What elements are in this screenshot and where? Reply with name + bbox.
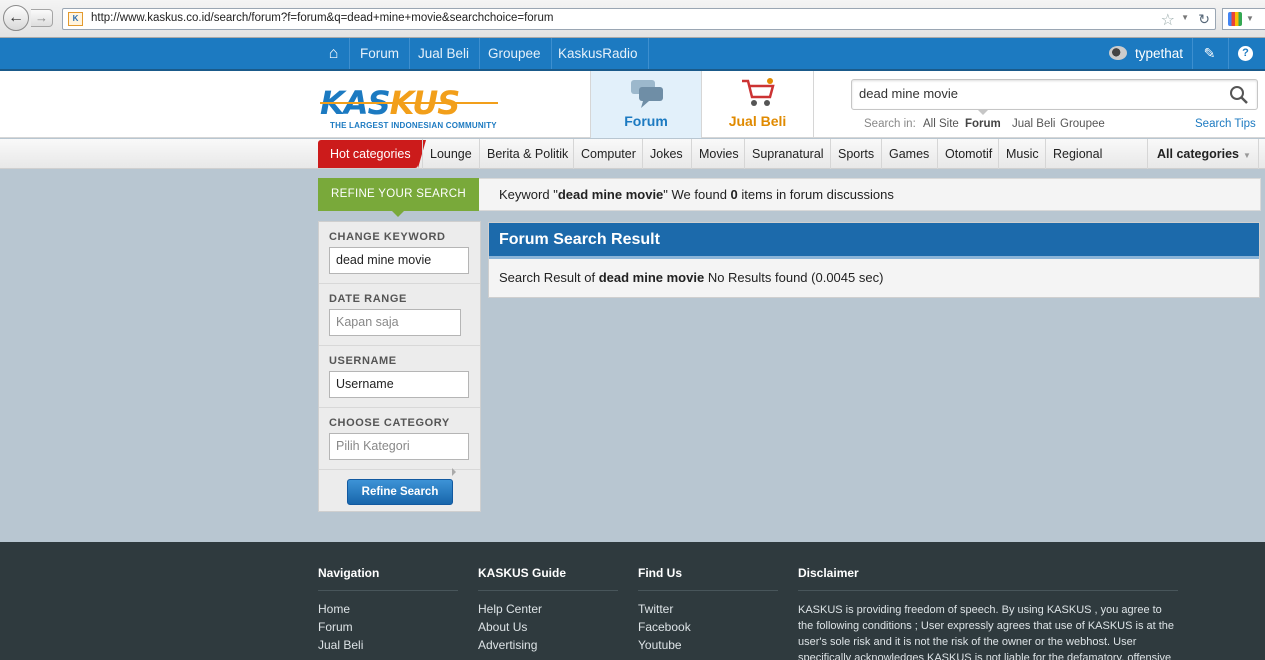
category-music[interactable]: Music bbox=[998, 139, 1046, 169]
category-otomotif[interactable]: Otomotif bbox=[937, 139, 999, 169]
category-regional[interactable]: Regional bbox=[1045, 139, 1109, 169]
footer-disclaimer: Disclaimer KASKUS is providing freedom o… bbox=[798, 566, 1178, 660]
google-icon bbox=[1228, 12, 1242, 26]
all-categories-dropdown[interactable]: All categories ▼ bbox=[1147, 139, 1259, 169]
category-berita-politik[interactable]: Berita & Politik bbox=[479, 139, 575, 169]
date-range-input[interactable]: Kapan saja bbox=[329, 309, 461, 336]
category-jokes[interactable]: Jokes bbox=[642, 139, 690, 169]
footer-find-us-title: Find Us bbox=[638, 566, 778, 591]
results-header: Forum Search Result bbox=[489, 223, 1259, 259]
logo-line bbox=[320, 102, 498, 104]
footer-link-twitter[interactable]: Twitter bbox=[638, 602, 778, 616]
bookmark-star-icon[interactable]: ☆ bbox=[1161, 10, 1175, 30]
search-in-jual-beli[interactable]: Jual Beli bbox=[1012, 118, 1055, 130]
reload-icon[interactable]: ↻ bbox=[1198, 11, 1210, 28]
search-input[interactable]: dead mine movie bbox=[859, 86, 958, 101]
top-navigation: ⌂ Forum Jual Beli Groupee KaskusRadio ty… bbox=[0, 38, 1265, 71]
date-range-section: DATE RANGE Kapan saja bbox=[319, 284, 480, 346]
help-icon[interactable]: ? bbox=[1228, 38, 1262, 69]
url-text[interactable]: http://www.kaskus.co.id/search/forum?f=f… bbox=[91, 12, 553, 24]
tab-jualbeli[interactable]: Jual Beli bbox=[702, 71, 814, 138]
category-supranatural[interactable]: Supranatural bbox=[744, 139, 831, 169]
footer-find-us: Find Us Twitter Facebook Youtube bbox=[638, 566, 778, 652]
footer-link-help-center[interactable]: Help Center bbox=[478, 602, 618, 616]
footer-guide-title: KASKUS Guide bbox=[478, 566, 618, 591]
user-avatar[interactable] bbox=[1109, 46, 1127, 60]
footer-link-advertising[interactable]: Advertising bbox=[478, 638, 618, 652]
footer-link-about-us[interactable]: About Us bbox=[478, 620, 618, 634]
keyword-summary-text: Keyword "dead mine movie" We found 0 ite… bbox=[499, 187, 894, 202]
results-title: Forum Search Result bbox=[499, 231, 660, 248]
category-sports[interactable]: Sports bbox=[830, 139, 881, 169]
browser-toolbar: ← → K http://www.kaskus.co.id/search/for… bbox=[0, 0, 1265, 38]
date-range-label: DATE RANGE bbox=[329, 293, 407, 305]
category-games[interactable]: Games bbox=[881, 139, 936, 169]
keyword-summary-bar: Keyword "dead mine movie" We found 0 ite… bbox=[479, 178, 1261, 211]
category-input[interactable]: Pilih Kategori bbox=[329, 433, 469, 460]
username-link[interactable]: typethat bbox=[1135, 38, 1183, 69]
search-tips-link[interactable]: Search Tips bbox=[1195, 118, 1256, 130]
category-lounge[interactable]: Lounge bbox=[422, 139, 479, 169]
address-bar[interactable]: K http://www.kaskus.co.id/search/forum?f… bbox=[62, 8, 1216, 30]
username-label: USERNAME bbox=[329, 355, 397, 367]
username-section: USERNAME Username bbox=[319, 346, 480, 408]
tab-forum[interactable]: Forum bbox=[590, 71, 702, 138]
footer-link-forum[interactable]: Forum bbox=[318, 620, 458, 634]
change-keyword-label: CHANGE KEYWORD bbox=[329, 231, 446, 243]
forum-icon bbox=[631, 80, 663, 108]
footer-guide: KASKUS Guide Help Center About Us Advert… bbox=[478, 566, 618, 652]
cart-icon bbox=[742, 78, 775, 106]
refine-your-search-tab: REFINE YOUR SEARCH bbox=[318, 178, 479, 217]
footer-navigation: Navigation Home Forum Jual Beli bbox=[318, 566, 458, 652]
hot-categories-button[interactable]: Hot categories bbox=[318, 140, 426, 168]
topnav-forum-link[interactable]: Forum bbox=[350, 38, 411, 69]
search-in-all-site[interactable]: All Site bbox=[923, 118, 959, 130]
choose-category-label: CHOOSE CATEGORY bbox=[329, 417, 450, 429]
footer-link-youtube[interactable]: Youtube bbox=[638, 638, 778, 652]
home-icon[interactable]: ⌂ bbox=[318, 38, 350, 69]
forward-button[interactable]: → bbox=[31, 9, 53, 27]
kaskus-logo[interactable]: KASKUS THE LARGEST INDONESIAN COMMUNITY bbox=[320, 87, 498, 130]
back-button[interactable]: ← bbox=[3, 5, 29, 31]
category-computer[interactable]: Computer bbox=[573, 139, 643, 169]
logo-tagline: THE LARGEST INDONESIAN COMMUNITY bbox=[330, 121, 497, 130]
topnav-kaskusradio-link[interactable]: KaskusRadio bbox=[548, 38, 649, 69]
expand-arrow-icon bbox=[452, 468, 456, 476]
footer-link-home[interactable]: Home bbox=[318, 602, 458, 616]
forum-search-results: Forum Search Result Search Result of dea… bbox=[488, 222, 1260, 298]
category-bar: Hot categories Lounge Berita & Politik C… bbox=[0, 139, 1265, 169]
footer-disclaimer-title: Disclaimer bbox=[798, 566, 1178, 591]
footer-link-jualbeli[interactable]: Jual Beli bbox=[318, 638, 458, 652]
change-keyword-section: CHANGE KEYWORD dead mine movie bbox=[319, 222, 480, 284]
refine-search-button[interactable]: Refine Search bbox=[347, 479, 453, 505]
site-favicon-icon: K bbox=[68, 12, 83, 26]
chevron-down-icon: ▼ bbox=[1242, 151, 1251, 160]
tab-jualbeli-label: Jual Beli bbox=[728, 113, 787, 129]
search-in-forum[interactable]: Forum bbox=[965, 118, 1001, 130]
site-header: KASKUS THE LARGEST INDONESIAN COMMUNITY … bbox=[0, 71, 1265, 138]
results-summary: Search Result of dead mine movie No Resu… bbox=[499, 270, 884, 285]
url-history-dropdown-icon[interactable]: ▼ bbox=[1181, 13, 1189, 22]
footer-disclaimer-text: KASKUS is providing freedom of speech. B… bbox=[798, 604, 1175, 660]
keyword-input[interactable]: dead mine movie bbox=[329, 247, 469, 274]
search-engine-dropdown-icon[interactable]: ▼ bbox=[1246, 14, 1254, 23]
username-input[interactable]: Username bbox=[329, 371, 469, 398]
pencil-icon[interactable]: ✎ bbox=[1192, 38, 1226, 69]
search-in-label: Search in: bbox=[864, 118, 916, 130]
browser-search-box[interactable]: ▼ bbox=[1222, 8, 1265, 30]
site-search-box[interactable]: dead mine movie bbox=[851, 79, 1258, 110]
tab-forum-label: Forum bbox=[624, 113, 668, 129]
choose-category-section: CHOOSE CATEGORY Pilih Kategori bbox=[319, 408, 480, 470]
footer-navigation-title: Navigation bbox=[318, 566, 458, 591]
site-footer: Navigation Home Forum Jual Beli KASKUS G… bbox=[0, 542, 1265, 660]
search-scope-caret bbox=[977, 109, 989, 115]
search-in-groupee[interactable]: Groupee bbox=[1060, 118, 1105, 130]
footer-link-facebook[interactable]: Facebook bbox=[638, 620, 778, 634]
topnav-groupee-link[interactable]: Groupee bbox=[478, 38, 552, 69]
topnav-jualbeli-link[interactable]: Jual Beli bbox=[408, 38, 481, 69]
category-movies[interactable]: Movies bbox=[691, 139, 746, 169]
search-icon[interactable] bbox=[1229, 85, 1249, 105]
refine-sidebar: CHANGE KEYWORD dead mine movie DATE RANG… bbox=[318, 221, 481, 512]
